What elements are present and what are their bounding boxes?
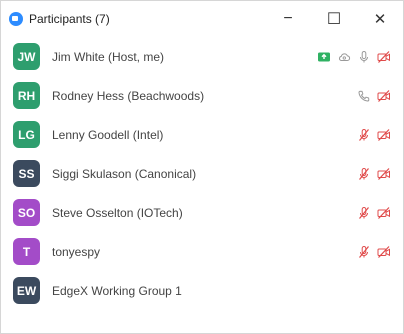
participant-name: tonyespy	[52, 244, 101, 259]
avatar: JW	[13, 43, 40, 70]
title-bar: Participants (7) − ☐ ✕	[1, 1, 403, 37]
avatar: LG	[13, 121, 40, 148]
participant-row[interactable]: SS Siggi Skulason (Canonical)	[1, 154, 403, 193]
maximize-button[interactable]: ☐	[311, 1, 357, 37]
participant-row[interactable]: JW Jim White (Host, me)	[1, 37, 403, 76]
video-off-icon[interactable]	[377, 128, 391, 142]
mic-muted-icon[interactable]	[357, 206, 371, 220]
minimize-button[interactable]: −	[265, 1, 311, 37]
close-button[interactable]: ✕	[357, 1, 403, 37]
avatar: SS	[13, 160, 40, 187]
mic-muted-icon[interactable]	[357, 128, 371, 142]
avatar: RH	[13, 82, 40, 109]
video-off-icon[interactable]	[377, 245, 391, 259]
mic-muted-icon[interactable]	[357, 245, 371, 259]
participant-row[interactable]: T tonyespy	[1, 232, 403, 271]
mic-icon[interactable]	[357, 50, 371, 64]
participant-row[interactable]: RH Rodney Hess (Beachwoods)	[1, 76, 403, 115]
cloud-icon[interactable]	[337, 50, 351, 64]
video-off-icon[interactable]	[377, 167, 391, 181]
participant-name: Rodney Hess (Beachwoods)	[52, 88, 205, 103]
window-title: Participants (7)	[29, 12, 110, 26]
screen-share-green-icon[interactable]	[317, 50, 331, 64]
participant-name: Steve Osselton (IOTech)	[52, 205, 183, 220]
video-off-icon[interactable]	[377, 206, 391, 220]
participant-controls	[357, 89, 391, 103]
participant-row[interactable]: SO Steve Osselton (IOTech)	[1, 193, 403, 232]
video-off-icon[interactable]	[377, 50, 391, 64]
avatar: T	[13, 238, 40, 265]
participant-name: Jim White (Host, me)	[52, 49, 165, 64]
mic-muted-icon[interactable]	[357, 167, 371, 181]
participant-controls	[357, 245, 391, 259]
zoom-logo-icon	[9, 12, 23, 26]
participant-name: Siggi Skulason (Canonical)	[52, 166, 197, 181]
participant-row[interactable]: LG Lenny Goodell (Intel)	[1, 115, 403, 154]
video-off-icon[interactable]	[377, 89, 391, 103]
participant-name: Lenny Goodell (Intel)	[52, 127, 164, 142]
participant-controls	[357, 167, 391, 181]
participant-list: JW Jim White (Host, me) RH Rodney Hess (…	[1, 37, 403, 310]
avatar: EW	[13, 277, 40, 304]
participant-controls	[357, 206, 391, 220]
participant-row[interactable]: EW EdgeX Working Group 1	[1, 271, 403, 310]
phone-icon[interactable]	[357, 89, 371, 103]
avatar: SO	[13, 199, 40, 226]
participants-window: Participants (7) − ☐ ✕ JW Jim White (Hos…	[0, 0, 404, 334]
participant-name: EdgeX Working Group 1	[52, 283, 182, 298]
participant-controls	[357, 128, 391, 142]
participant-controls	[317, 50, 391, 64]
